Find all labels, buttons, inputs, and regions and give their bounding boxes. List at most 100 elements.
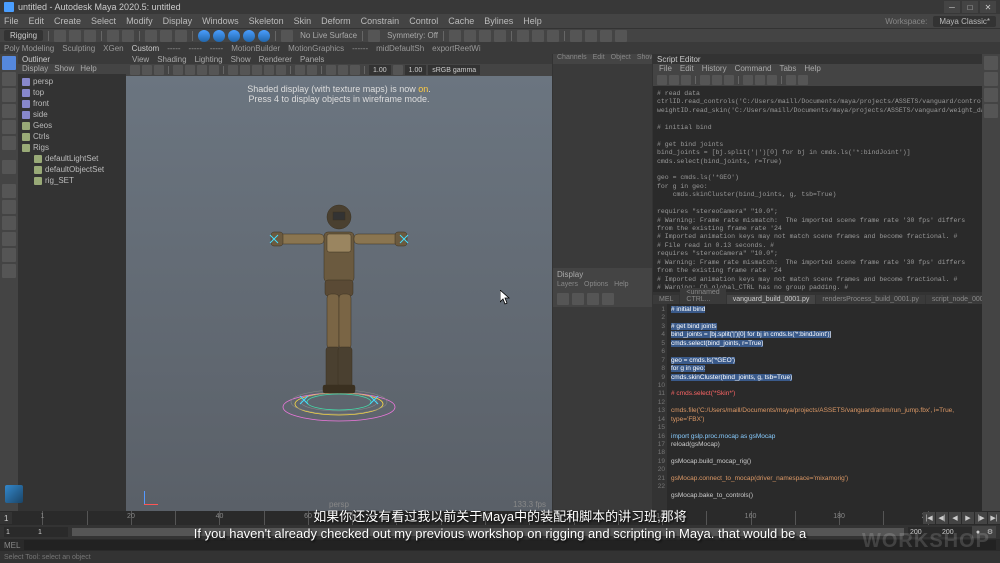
workspace-dropdown[interactable]: Maya Classic* (933, 16, 996, 27)
script-menu-item[interactable]: File (659, 64, 672, 74)
shelf-tab[interactable]: ----- (210, 44, 223, 53)
script-menu-item[interactable]: Tabs (779, 64, 796, 74)
render-settings-icon[interactable] (547, 30, 559, 42)
menu-help[interactable]: Help (523, 16, 542, 26)
close-button[interactable]: ✕ (980, 1, 996, 13)
outliner-menu-item[interactable]: Show (54, 64, 74, 74)
gamma-input[interactable]: 1.00 (405, 65, 427, 75)
vp-gamma-icon[interactable] (393, 65, 403, 75)
paint-select-icon[interactable] (175, 30, 187, 42)
layers-menu-item[interactable]: Options (584, 281, 608, 291)
channel-tab[interactable]: Edit (593, 54, 605, 64)
layer-icon[interactable] (557, 293, 569, 305)
vp-motion-blur-icon[interactable] (338, 65, 348, 75)
menu-skeleton[interactable]: Skeleton (249, 16, 284, 26)
script-menu-item[interactable]: Command (735, 64, 772, 74)
outliner-item[interactable]: rig_SET (20, 175, 124, 186)
channel-box-icon[interactable] (984, 104, 998, 118)
scale-tool[interactable] (2, 136, 16, 150)
live-surface-icon[interactable] (281, 30, 293, 42)
layout-hyper[interactable] (2, 248, 16, 262)
outliner-item[interactable]: top (20, 87, 124, 98)
vp-gate-mask-icon[interactable] (209, 65, 219, 75)
shelf-tab[interactable]: Poly Modeling (4, 44, 54, 53)
outliner-item[interactable]: side (20, 109, 124, 120)
shelf-tab[interactable]: MotionBuilder (231, 44, 280, 53)
toolbar-icon[interactable] (464, 30, 476, 42)
menu-constrain[interactable]: Constrain (361, 16, 400, 26)
vp-camera-icon[interactable] (130, 65, 140, 75)
shelf-tab[interactable]: ----- (167, 44, 180, 53)
play-back-icon[interactable]: ◀ (949, 512, 961, 524)
menu-modify[interactable]: Modify (126, 16, 153, 26)
last-tool[interactable] (2, 160, 16, 174)
rewind-icon[interactable]: |◀ (923, 512, 935, 524)
undo-icon[interactable] (107, 30, 119, 42)
menu-deform[interactable]: Deform (321, 16, 351, 26)
menu-edit[interactable]: Edit (29, 16, 45, 26)
shelf-tab[interactable]: Sculpting (62, 44, 95, 53)
viewport-3d[interactable]: Shaded display (with texture maps) is no… (126, 76, 552, 511)
outliner-item[interactable]: persp (20, 76, 124, 87)
layout-single[interactable] (2, 184, 16, 198)
exposure-input[interactable]: 1.00 (369, 65, 391, 75)
play-forward-icon[interactable]: ▶ (962, 512, 974, 524)
anim-start-input[interactable]: 1 (4, 527, 36, 537)
save-scene-icon[interactable] (84, 30, 96, 42)
script-input[interactable]: 12345678910111213141516171819202122 # in… (653, 304, 982, 511)
toolbar-icon[interactable] (585, 30, 597, 42)
menu-windows[interactable]: Windows (202, 16, 239, 26)
goto-line-icon[interactable] (798, 75, 808, 85)
outliner-item[interactable]: Geos (20, 120, 124, 131)
execute-all-icon[interactable] (767, 75, 777, 85)
lasso-icon[interactable] (160, 30, 172, 42)
current-frame-left[interactable]: 1 (0, 512, 12, 524)
show-history-icon[interactable] (743, 75, 753, 85)
snap-live-icon[interactable] (258, 30, 270, 42)
outliner-item[interactable]: Ctrls (20, 131, 124, 142)
menu-display[interactable]: Display (163, 16, 193, 26)
fast-forward-icon[interactable]: ▶| (988, 512, 1000, 524)
vp-textured-icon[interactable] (252, 65, 262, 75)
clear-input-icon[interactable] (712, 75, 722, 85)
viewport-menu-item[interactable]: Panels (300, 55, 324, 64)
rotate-tool[interactable] (2, 120, 16, 134)
script-tab[interactable]: MEL (653, 295, 679, 304)
command-input[interactable] (24, 540, 996, 550)
load-script-icon[interactable] (657, 75, 667, 85)
search-icon[interactable] (786, 75, 796, 85)
script-menu-item[interactable]: Edit (680, 64, 694, 74)
viewport-menu-item[interactable]: Renderer (259, 55, 292, 64)
channel-tab[interactable]: Object (611, 54, 631, 64)
layout-four[interactable] (2, 200, 16, 214)
menu-set-dropdown[interactable]: Rigging (4, 30, 43, 41)
move-tool[interactable] (2, 104, 16, 118)
shelf-tab[interactable]: ----- (189, 44, 202, 53)
shelf-tab[interactable]: midDefaultSh (376, 44, 424, 53)
outliner-item[interactable]: defaultLightSet (20, 153, 124, 164)
save-script-icon[interactable] (669, 75, 679, 85)
render-icon[interactable] (517, 30, 529, 42)
select-tool[interactable] (2, 56, 16, 70)
snap-point-icon[interactable] (228, 30, 240, 42)
paint-tool[interactable] (2, 88, 16, 102)
save-to-shelf-icon[interactable] (681, 75, 691, 85)
layer-icon[interactable] (572, 293, 584, 305)
shelf-tab[interactable]: ------ (352, 44, 368, 53)
viewport-menu-item[interactable]: View (132, 55, 149, 64)
script-tab[interactable]: <unnamed CTRL... (680, 288, 725, 304)
script-menu-item[interactable]: History (702, 64, 727, 74)
ipr-icon[interactable] (532, 30, 544, 42)
script-tab[interactable]: rendersProcess_build_0001.py (816, 295, 925, 304)
outliner-item[interactable]: Rigs (20, 142, 124, 153)
execute-icon[interactable] (755, 75, 765, 85)
minimize-button[interactable]: ─ (944, 1, 960, 13)
layers-menu-item[interactable]: Layers (557, 281, 578, 291)
snap-grid-icon[interactable] (198, 30, 210, 42)
outliner-menu-item[interactable]: Display (22, 64, 48, 74)
select-icon[interactable] (145, 30, 157, 42)
layer-icon[interactable] (587, 293, 599, 305)
redo-icon[interactable] (122, 30, 134, 42)
channel-tab[interactable]: Channels (557, 54, 587, 64)
script-tab[interactable]: vanguard_build_0001.py (727, 295, 816, 304)
